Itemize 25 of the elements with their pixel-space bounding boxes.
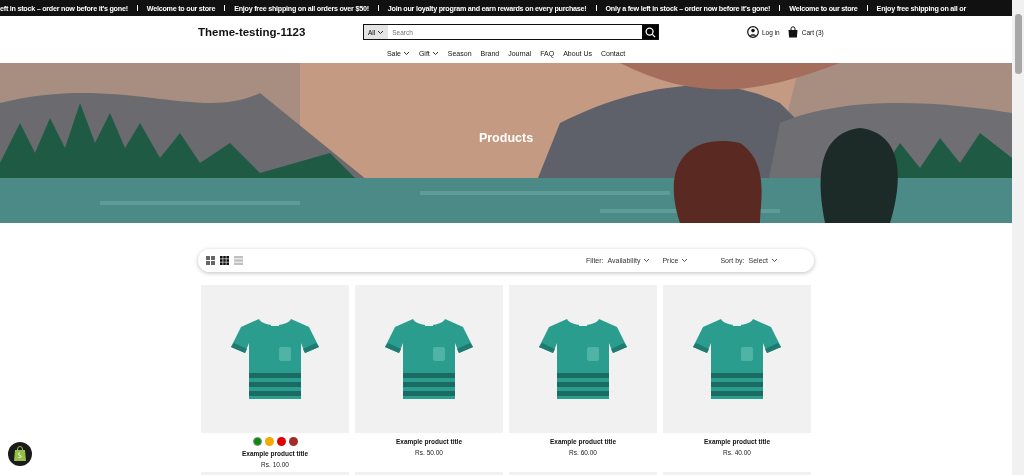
color-swatch[interactable] <box>264 437 274 446</box>
scrollbar[interactable] <box>1012 0 1024 475</box>
product-image[interactable] <box>201 285 349 433</box>
grid-view-icon[interactable] <box>206 256 215 265</box>
grid-view-icon[interactable] <box>220 256 229 265</box>
caret-icon <box>771 258 778 263</box>
store-name[interactable]: Theme-testing-1123 <box>198 26 363 38</box>
search-button[interactable] <box>642 25 658 39</box>
caret-icon <box>681 258 689 263</box>
user-icon <box>747 26 759 38</box>
color-swatch[interactable] <box>288 437 298 446</box>
caret-icon <box>402 50 410 56</box>
caret-icon <box>377 29 385 35</box>
caret-icon <box>431 50 439 56</box>
search-icon <box>644 26 656 38</box>
shop-badge[interactable] <box>8 442 32 466</box>
product-image[interactable] <box>509 285 657 433</box>
product-image[interactable] <box>663 285 811 433</box>
shopping-bag-icon <box>13 446 27 462</box>
color-swatch[interactable] <box>252 437 262 446</box>
product-image[interactable] <box>355 285 503 433</box>
color-swatch[interactable] <box>276 437 286 446</box>
page-title: Products <box>478 131 534 145</box>
shopping-bag-icon <box>786 26 799 38</box>
caret-icon <box>643 258 651 263</box>
